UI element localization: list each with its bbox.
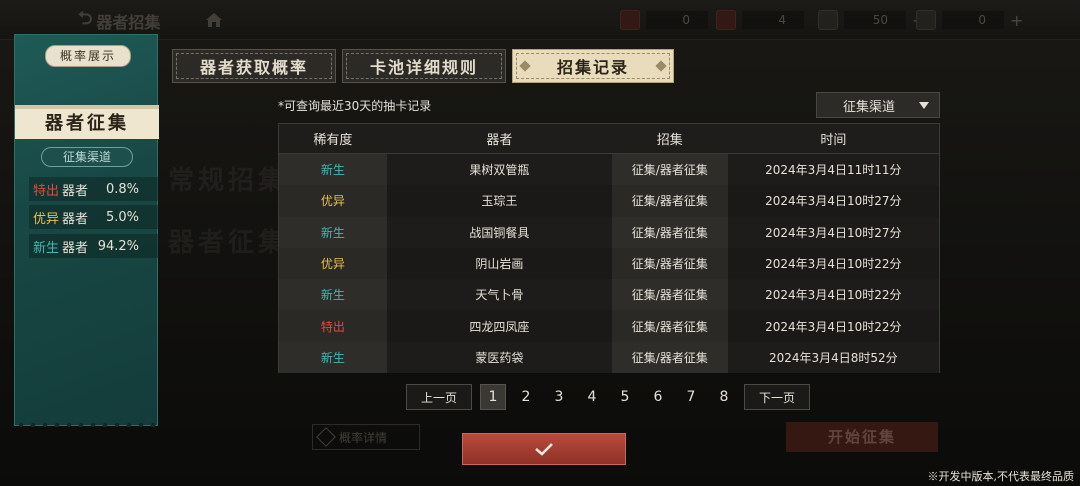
probability-row-xinsheng: 新生 器者 94.2% (31, 234, 155, 258)
table-row: 新生 果树双管瓶 征集/器者征集 2024年3月4日11时11分 (279, 154, 939, 186)
tab-records[interactable]: 招集记录 (512, 49, 674, 83)
query-note: *可查询最近30天的抽卡记录 (278, 99, 432, 113)
tab-label: 招集记录 (556, 58, 629, 77)
tab-label: 器者获取概率 (199, 58, 308, 77)
cell-rarity: 优异 (279, 185, 387, 217)
cell-rarity: 特出 (279, 310, 387, 342)
probability-value: 0.8% (105, 181, 139, 197)
tab-label: 卡池详细规则 (369, 58, 478, 77)
page-7-button[interactable]: 7 (678, 384, 704, 410)
rarity-label: 优异 (33, 211, 60, 227)
cell-rarity: 新生 (279, 154, 387, 186)
probability-value: 5.0% (105, 209, 139, 225)
panel-edge-dots (15, 421, 157, 429)
probability-row-youyi: 优异 器者 5.0% (31, 205, 155, 229)
page-2-button[interactable]: 2 (513, 384, 539, 410)
cell-time: 2024年3月4日10时27分 (727, 216, 939, 248)
page-1-button[interactable]: 1 (480, 384, 506, 410)
probability-row-teshu: 特出 器者 0.8% (31, 177, 155, 201)
cell-item: 果树双管瓶 (386, 154, 612, 186)
table-row: 优异 阴山岩画 征集/器者征集 2024年3月4日10时22分 (279, 247, 939, 280)
page-3-button[interactable]: 3 (546, 384, 572, 410)
page-5-button[interactable]: 5 (612, 384, 638, 410)
diamond-icon (655, 60, 667, 72)
header-time: 时间 (820, 133, 847, 148)
tab-rules[interactable]: 卡池详细规则 (342, 49, 506, 83)
item-type-label: 器者 (62, 183, 89, 199)
header-source: 招集 (656, 133, 683, 148)
probability-tag: 概率展示 (45, 45, 131, 67)
table-header: 稀有度 器者 招集 时间 (279, 124, 939, 154)
cell-source: 征集/器者征集 (611, 310, 728, 342)
record-dialog: 器者获取概率 卡池详细规则 招集记录 *可查询最近30天的抽卡记录 征集渠道 稀… (160, 40, 960, 420)
table-row: 特出 四龙四凤座 征集/器者征集 2024年3月4日10时22分 (279, 310, 939, 342)
probability-panel: 概率展示 器者征集 征集渠道 特出 器者 0.8% 优异 器者 5.0% 新生 … (14, 34, 159, 429)
cell-rarity: 优异 (279, 247, 387, 280)
cell-item: 阴山岩画 (386, 247, 612, 280)
records-table: 稀有度 器者 招集 时间 新生 果树双管瓶 征集/器者征集 2024年3月4日1… (278, 123, 940, 374)
tab-probability[interactable]: 器者获取概率 (172, 49, 336, 83)
cell-item: 战国铜餐具 (386, 216, 612, 248)
cell-source: 征集/器者征集 (611, 154, 728, 186)
pagination: 上一页 1 2 3 4 5 6 7 8 下一页 (406, 384, 810, 410)
cell-item: 玉琮王 (386, 185, 612, 217)
cell-time: 2024年3月4日10时27分 (727, 185, 939, 217)
table-body: 新生 果树双管瓶 征集/器者征集 2024年3月4日11时11分 优异 玉琮王 … (279, 154, 939, 374)
table-row: 新生 战国铜餐具 征集/器者征集 2024年3月4日10时27分 (279, 216, 939, 248)
page-6-button[interactable]: 6 (645, 384, 671, 410)
cell-source: 征集/器者征集 (611, 341, 728, 374)
cell-source: 征集/器者征集 (611, 185, 728, 217)
item-type-label: 器者 (62, 211, 89, 227)
cell-source: 征集/器者征集 (611, 247, 728, 280)
header-rarity: 稀有度 (313, 133, 353, 148)
prev-page-button[interactable]: 上一页 (406, 384, 472, 410)
cell-time: 2024年3月4日8时52分 (727, 341, 939, 374)
cell-time: 2024年3月4日11时11分 (727, 154, 939, 186)
diamond-icon (519, 60, 531, 72)
header-item: 器者 (486, 133, 513, 148)
cell-time: 2024年3月4日10时22分 (727, 279, 939, 311)
cell-rarity: 新生 (279, 341, 387, 374)
check-icon (535, 443, 553, 456)
dropdown-selected: 征集渠道 (843, 99, 896, 115)
channel-badge: 征集渠道 (41, 147, 133, 167)
item-type-label: 器者 (62, 240, 89, 256)
cell-time: 2024年3月4日10时22分 (727, 310, 939, 342)
table-row: 新生 蒙医药袋 征集/器者征集 2024年3月4日8时52分 (279, 341, 939, 374)
next-page-button[interactable]: 下一页 (744, 384, 810, 410)
cell-source: 征集/器者征集 (611, 279, 728, 311)
confirm-button[interactable] (462, 433, 626, 465)
cell-item: 蒙医药袋 (386, 341, 612, 374)
cell-time: 2024年3月4日10时22分 (727, 247, 939, 280)
table-row: 新生 天气卜骨 征集/器者征集 2024年3月4日10时22分 (279, 279, 939, 311)
cell-item: 天气卜骨 (386, 279, 612, 311)
caret-down-icon (919, 102, 929, 109)
page-4-button[interactable]: 4 (579, 384, 605, 410)
cell-rarity: 新生 (279, 216, 387, 248)
page-8-button[interactable]: 8 (711, 384, 737, 410)
panel-title: 器者征集 (15, 109, 159, 139)
rarity-label: 特出 (33, 183, 60, 199)
cell-source: 征集/器者征集 (611, 216, 728, 248)
cell-rarity: 新生 (279, 279, 387, 311)
rarity-label: 新生 (33, 240, 60, 256)
dev-version-note: ※开发中版本,不代表最终品质 (927, 470, 1075, 483)
cell-item: 四龙四凤座 (386, 310, 612, 342)
channel-dropdown[interactable]: 征集渠道 (816, 92, 940, 118)
table-row: 优异 玉琮王 征集/器者征集 2024年3月4日10时27分 (279, 185, 939, 217)
probability-value: 94.2% (97, 238, 139, 254)
